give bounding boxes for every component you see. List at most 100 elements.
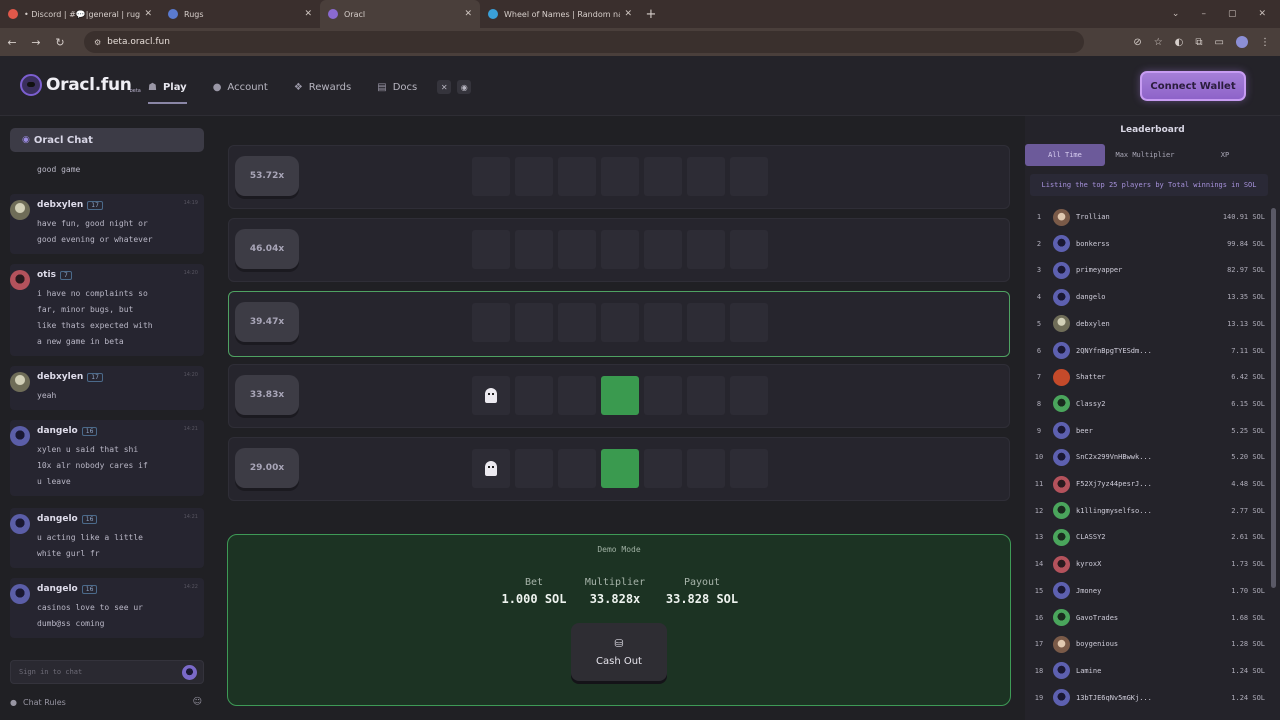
leaderboard-player-name[interactable]: debxylen <box>1076 320 1209 328</box>
maximize-icon[interactable]: ▢ <box>1228 9 1237 19</box>
discord-icon[interactable]: ◉ <box>457 80 472 94</box>
tile[interactable] <box>687 303 725 342</box>
nav-account[interactable]: ● Account <box>213 76 268 98</box>
leaderboard-player-name[interactable]: Classy2 <box>1076 400 1209 408</box>
tile[interactable] <box>644 230 682 269</box>
tab-all-time[interactable]: All Time <box>1025 144 1105 166</box>
tile[interactable] <box>558 376 596 415</box>
leaderboard-row[interactable]: 1 Trollian 140.91 SOL <box>1025 204 1265 230</box>
new-tab-icon[interactable]: + <box>640 0 662 28</box>
tile[interactable] <box>472 230 510 269</box>
leaderboard-player-name[interactable]: SnC2x299VnHBwwk... <box>1076 453 1209 461</box>
star-icon[interactable]: ☆ <box>1154 37 1163 48</box>
browser-tab[interactable]: Wheel of Names | Random nam ✕ <box>480 0 640 28</box>
tile[interactable] <box>515 157 553 196</box>
nav-docs[interactable]: ▤ Docs <box>377 76 417 98</box>
row-multiplier-button[interactable]: 53.72x <box>235 156 299 196</box>
tile-revealed[interactable] <box>601 449 639 488</box>
close-tab-icon[interactable]: ✕ <box>464 9 472 19</box>
tile[interactable] <box>687 157 725 196</box>
close-tab-icon[interactable]: ✕ <box>304 9 312 19</box>
eye-off-icon[interactable]: ⊘ <box>1133 37 1141 48</box>
tile[interactable] <box>558 157 596 196</box>
leaderboard-player-name[interactable]: boygenious <box>1076 640 1209 648</box>
minimize-icon[interactable]: – <box>1201 9 1206 19</box>
tile[interactable] <box>601 303 639 342</box>
x-twitter-icon[interactable]: ✕ <box>437 80 452 94</box>
back-icon[interactable]: ← <box>0 36 24 49</box>
leaderboard-row[interactable]: 10 SnC2x299VnHBwwk... 5.20 SOL <box>1025 444 1265 470</box>
row-multiplier-button[interactable]: 29.00x <box>235 448 299 488</box>
tile[interactable] <box>687 230 725 269</box>
row-multiplier-button[interactable]: 39.47x <box>235 302 299 342</box>
avatar[interactable] <box>10 270 30 290</box>
puzzle-icon[interactable]: ⧉ <box>1195 37 1202 48</box>
sidebar-icon[interactable]: ▭ <box>1215 37 1224 48</box>
tile[interactable] <box>644 303 682 342</box>
chat-username[interactable]: otis <box>37 270 56 280</box>
leaderboard-row[interactable]: 19 13bTJE6qNv5mGKj... 1.24 SOL <box>1025 685 1265 711</box>
leaderboard-player-name[interactable]: Jmoney <box>1076 587 1209 595</box>
tile[interactable] <box>515 449 553 488</box>
tile[interactable] <box>472 449 510 488</box>
profile-avatar-icon[interactable] <box>1236 36 1248 48</box>
leaderboard-player-name[interactable]: beer <box>1076 427 1209 435</box>
close-tab-icon[interactable]: ✕ <box>144 9 152 19</box>
tile[interactable] <box>558 449 596 488</box>
nav-play[interactable]: ☗ Play <box>148 76 187 104</box>
chat-rules[interactable]: ● Chat Rules ☺ <box>10 694 204 710</box>
tile[interactable] <box>515 230 553 269</box>
emoji-icon[interactable]: ☺ <box>193 697 202 707</box>
extension-icon[interactable]: ◐ <box>1175 37 1184 48</box>
chat-username[interactable]: dangelo <box>37 584 78 594</box>
leaderboard-player-name[interactable]: F52Xj7yz44pesrJ... <box>1076 480 1209 488</box>
tile[interactable] <box>687 376 725 415</box>
leaderboard-row[interactable]: 2 bonkerss 99.84 SOL <box>1025 231 1265 257</box>
chevron-down-icon[interactable]: ⌄ <box>1172 9 1180 19</box>
leaderboard-row[interactable]: 9 beer 5.25 SOL <box>1025 418 1265 444</box>
chat-username[interactable]: dangelo <box>37 514 78 524</box>
leaderboard-player-name[interactable]: Shatter <box>1076 373 1209 381</box>
tile[interactable] <box>601 157 639 196</box>
leaderboard-player-name[interactable]: 13bTJE6qNv5mGKj... <box>1076 694 1209 702</box>
leaderboard-row[interactable]: 13 CLASSY2 2.61 SOL <box>1025 524 1265 550</box>
chat-username[interactable]: debxylen <box>37 200 83 210</box>
tile[interactable] <box>730 230 768 269</box>
logo[interactable]: Oracl.fun beta <box>20 74 141 96</box>
leaderboard-row[interactable]: 5 debxylen 13.13 SOL <box>1025 311 1265 337</box>
leaderboard-row[interactable]: 7 Shatter 6.42 SOL <box>1025 364 1265 390</box>
tile[interactable] <box>558 230 596 269</box>
site-info-icon[interactable]: ⚙ <box>94 38 101 47</box>
tile[interactable] <box>558 303 596 342</box>
tile[interactable] <box>472 376 510 415</box>
browser-tab-active[interactable]: Oracl ✕ <box>320 0 480 28</box>
leaderboard-player-name[interactable]: CLASSY2 <box>1076 533 1209 541</box>
menu-kebab-icon[interactable]: ⋮ <box>1260 37 1270 48</box>
close-window-icon[interactable]: ✕ <box>1258 9 1266 19</box>
leaderboard-scrollbar[interactable] <box>1271 208 1276 588</box>
row-multiplier-button[interactable]: 46.04x <box>235 229 299 269</box>
tile[interactable] <box>515 303 553 342</box>
chat-username[interactable]: debxylen <box>37 372 83 382</box>
leaderboard-row[interactable]: 14 kyroxX 1.73 SOL <box>1025 551 1265 577</box>
tile[interactable] <box>730 449 768 488</box>
leaderboard-player-name[interactable]: 2QNYfnBpgTYESdm... <box>1076 347 1209 355</box>
tile[interactable] <box>472 303 510 342</box>
tile[interactable] <box>601 230 639 269</box>
avatar[interactable] <box>10 426 30 446</box>
leaderboard-player-name[interactable]: k1llingmyselfso... <box>1076 507 1209 515</box>
avatar[interactable] <box>10 372 30 392</box>
leaderboard-row[interactable]: 4 dangelo 13.35 SOL <box>1025 284 1265 310</box>
leaderboard-row[interactable]: 18 Lamine 1.24 SOL <box>1025 658 1265 684</box>
reload-icon[interactable]: ↻ <box>48 36 72 49</box>
tile[interactable] <box>515 376 553 415</box>
tile-revealed[interactable] <box>601 376 639 415</box>
browser-tab[interactable]: • Discord | #💬|general | rugs. ✕ <box>0 0 160 28</box>
tile[interactable] <box>687 449 725 488</box>
leaderboard-row[interactable]: 17 boygenious 1.28 SOL <box>1025 631 1265 657</box>
leaderboard-player-name[interactable]: primeyapper <box>1076 266 1209 274</box>
tile[interactable] <box>644 376 682 415</box>
tile[interactable] <box>644 157 682 196</box>
leaderboard-player-name[interactable]: kyroxX <box>1076 560 1209 568</box>
tab-xp[interactable]: XP <box>1185 144 1265 166</box>
